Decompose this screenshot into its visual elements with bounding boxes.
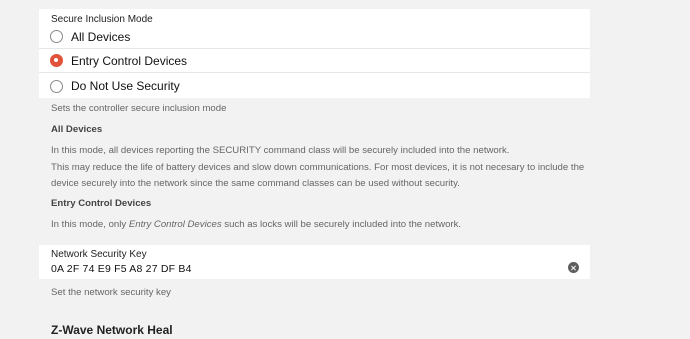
entry-control-description-suffix: such as locks will be securely included … [221,219,462,230]
entry-control-description-emphasis: Entry Control Devices [128,219,222,230]
entry-control-heading: Entry Control Devices [51,198,152,209]
all-devices-description-line-2: This may reduce the life of battery devi… [51,162,585,173]
all-devices-description-line-3: device securely into the network since t… [51,178,460,189]
network-security-key-field[interactable]: Network Security Key 0A 2F 74 E9 F5 A8 2… [39,245,590,279]
entry-control-description: In this mode, only Entry Control Devices… [51,219,461,230]
radio-button-do-not-use-security[interactable] [50,79,63,93]
radio-button-all-devices[interactable] [50,30,63,43]
radio-button-entry-control-devices[interactable] [50,54,63,67]
all-devices-heading: All Devices [51,124,103,135]
all-devices-description-line-1: In this mode, all devices reporting the … [51,145,510,156]
zwave-network-heal-title: Z-Wave Network Heal [51,323,173,337]
radio-option-do-not-use-security[interactable]: Do Not Use Security [39,74,590,98]
network-security-key-input[interactable]: 0A 2F 74 E9 F5 A8 27 DF B4 [51,263,192,275]
radio-label-all-devices: All Devices [71,29,131,44]
network-security-key-label: Network Security Key [51,249,147,260]
network-security-key-help: Set the network security key [51,287,171,298]
radio-option-all-devices[interactable]: All Devices [39,25,590,49]
radio-label-do-not-use-security: Do Not Use Security [71,79,180,93]
secure-inclusion-card: Secure Inclusion Mode All Devices Entry … [39,9,590,98]
radio-option-entry-control-devices[interactable]: Entry Control Devices [39,49,590,73]
secure-inclusion-label: Secure Inclusion Mode [51,14,153,25]
entry-control-description-prefix: In this mode, only [51,219,129,230]
close-circle-icon[interactable] [568,262,579,273]
secure-inclusion-help: Sets the controller secure inclusion mod… [51,103,227,114]
radio-label-entry-control-devices: Entry Control Devices [71,53,188,68]
